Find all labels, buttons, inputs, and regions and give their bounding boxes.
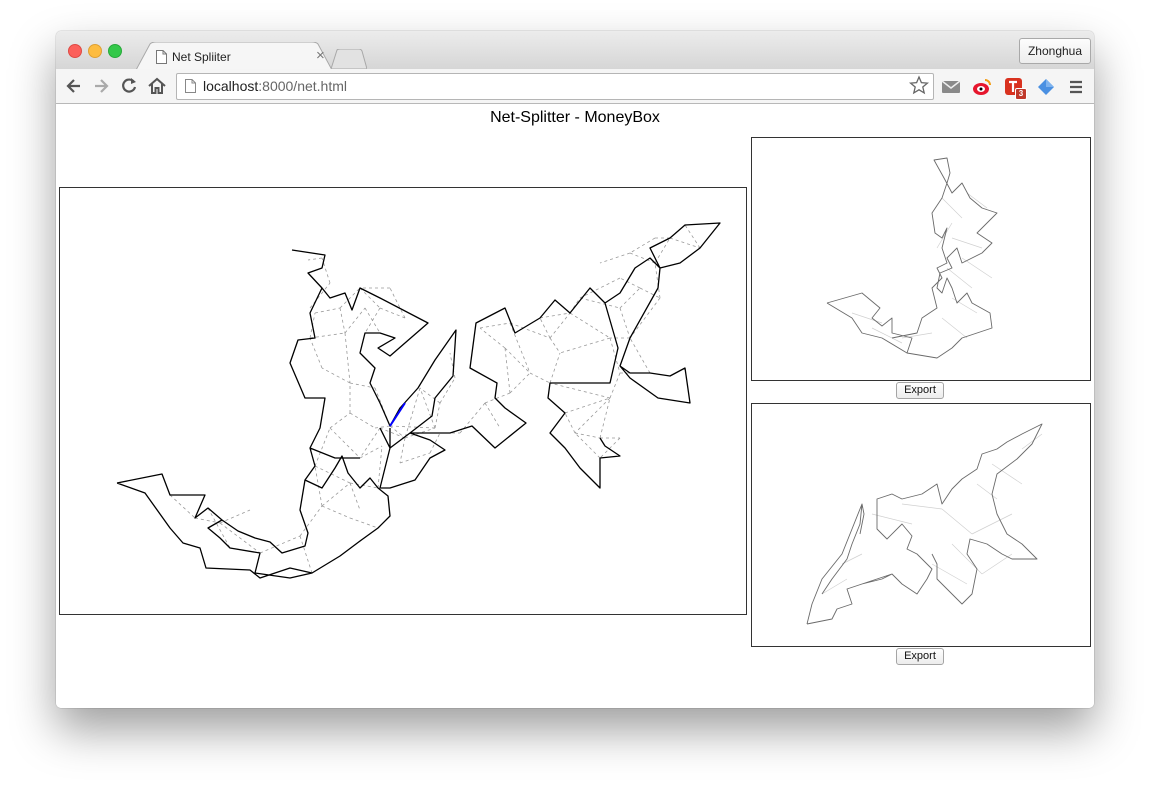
selected-edge[interactable] [389, 402, 406, 427]
preview-net-1-svg [826, 157, 998, 359]
minimize-window-button[interactable] [88, 44, 102, 58]
tab-title: Net Spliiter [172, 50, 231, 64]
preview-canvas-1[interactable] [751, 137, 1091, 381]
new-tab-button[interactable] [331, 49, 367, 69]
todo-badge: 3 [1015, 88, 1027, 100]
mail-icon[interactable] [941, 77, 961, 97]
net-outline [116, 455, 391, 579]
todo-extension[interactable]: 3 [1004, 77, 1027, 100]
url-text: localhost:8000/net.html [203, 78, 347, 94]
zoom-window-button[interactable] [108, 44, 122, 58]
back-arrow-icon[interactable] [64, 76, 84, 96]
preview-net-2-svg [806, 423, 1043, 625]
diamond-icon[interactable] [1036, 77, 1056, 97]
export-button-1[interactable]: Export [896, 382, 944, 399]
preview-canvas-2[interactable] [751, 403, 1091, 647]
main-net-svg[interactable] [60, 188, 746, 614]
browser-toolbar: localhost:8000/net.html 3 [56, 69, 1094, 104]
browser-window: Net Spliiter × Zhonghua localhost:8000/n… [56, 31, 1094, 708]
address-bar[interactable]: localhost:8000/net.html [176, 73, 934, 100]
tab-close-icon[interactable]: × [316, 47, 325, 64]
weibo-icon[interactable] [972, 77, 992, 97]
browser-tab[interactable]: Net Spliiter × [148, 45, 330, 70]
preview-1-fold-lines [851, 192, 993, 344]
export-button-2[interactable]: Export [896, 648, 944, 665]
reload-icon[interactable] [119, 76, 139, 96]
url-rest: :8000/net.html [258, 78, 347, 94]
title-bar: Net Spliiter × Zhonghua [56, 31, 1094, 70]
net-outline-upper [289, 222, 721, 489]
document-icon [156, 50, 167, 64]
forward-arrow-icon[interactable] [91, 76, 111, 96]
menu-icon[interactable] [1066, 77, 1086, 97]
page-title: Net-Splitter - MoneyBox [490, 109, 660, 126]
home-icon[interactable] [147, 76, 167, 96]
bookmark-star-icon[interactable] [909, 75, 929, 95]
profile-button[interactable]: Zhonghua [1019, 38, 1091, 64]
preview-2-outline [806, 423, 1043, 625]
close-window-button[interactable] [68, 44, 82, 58]
url-host: localhost [203, 78, 259, 94]
preview-1-outline [826, 157, 998, 359]
page-icon [185, 79, 196, 93]
page-content: Net-Splitter - MoneyBox Export Export [56, 104, 1094, 708]
main-net-canvas[interactable] [59, 187, 747, 615]
